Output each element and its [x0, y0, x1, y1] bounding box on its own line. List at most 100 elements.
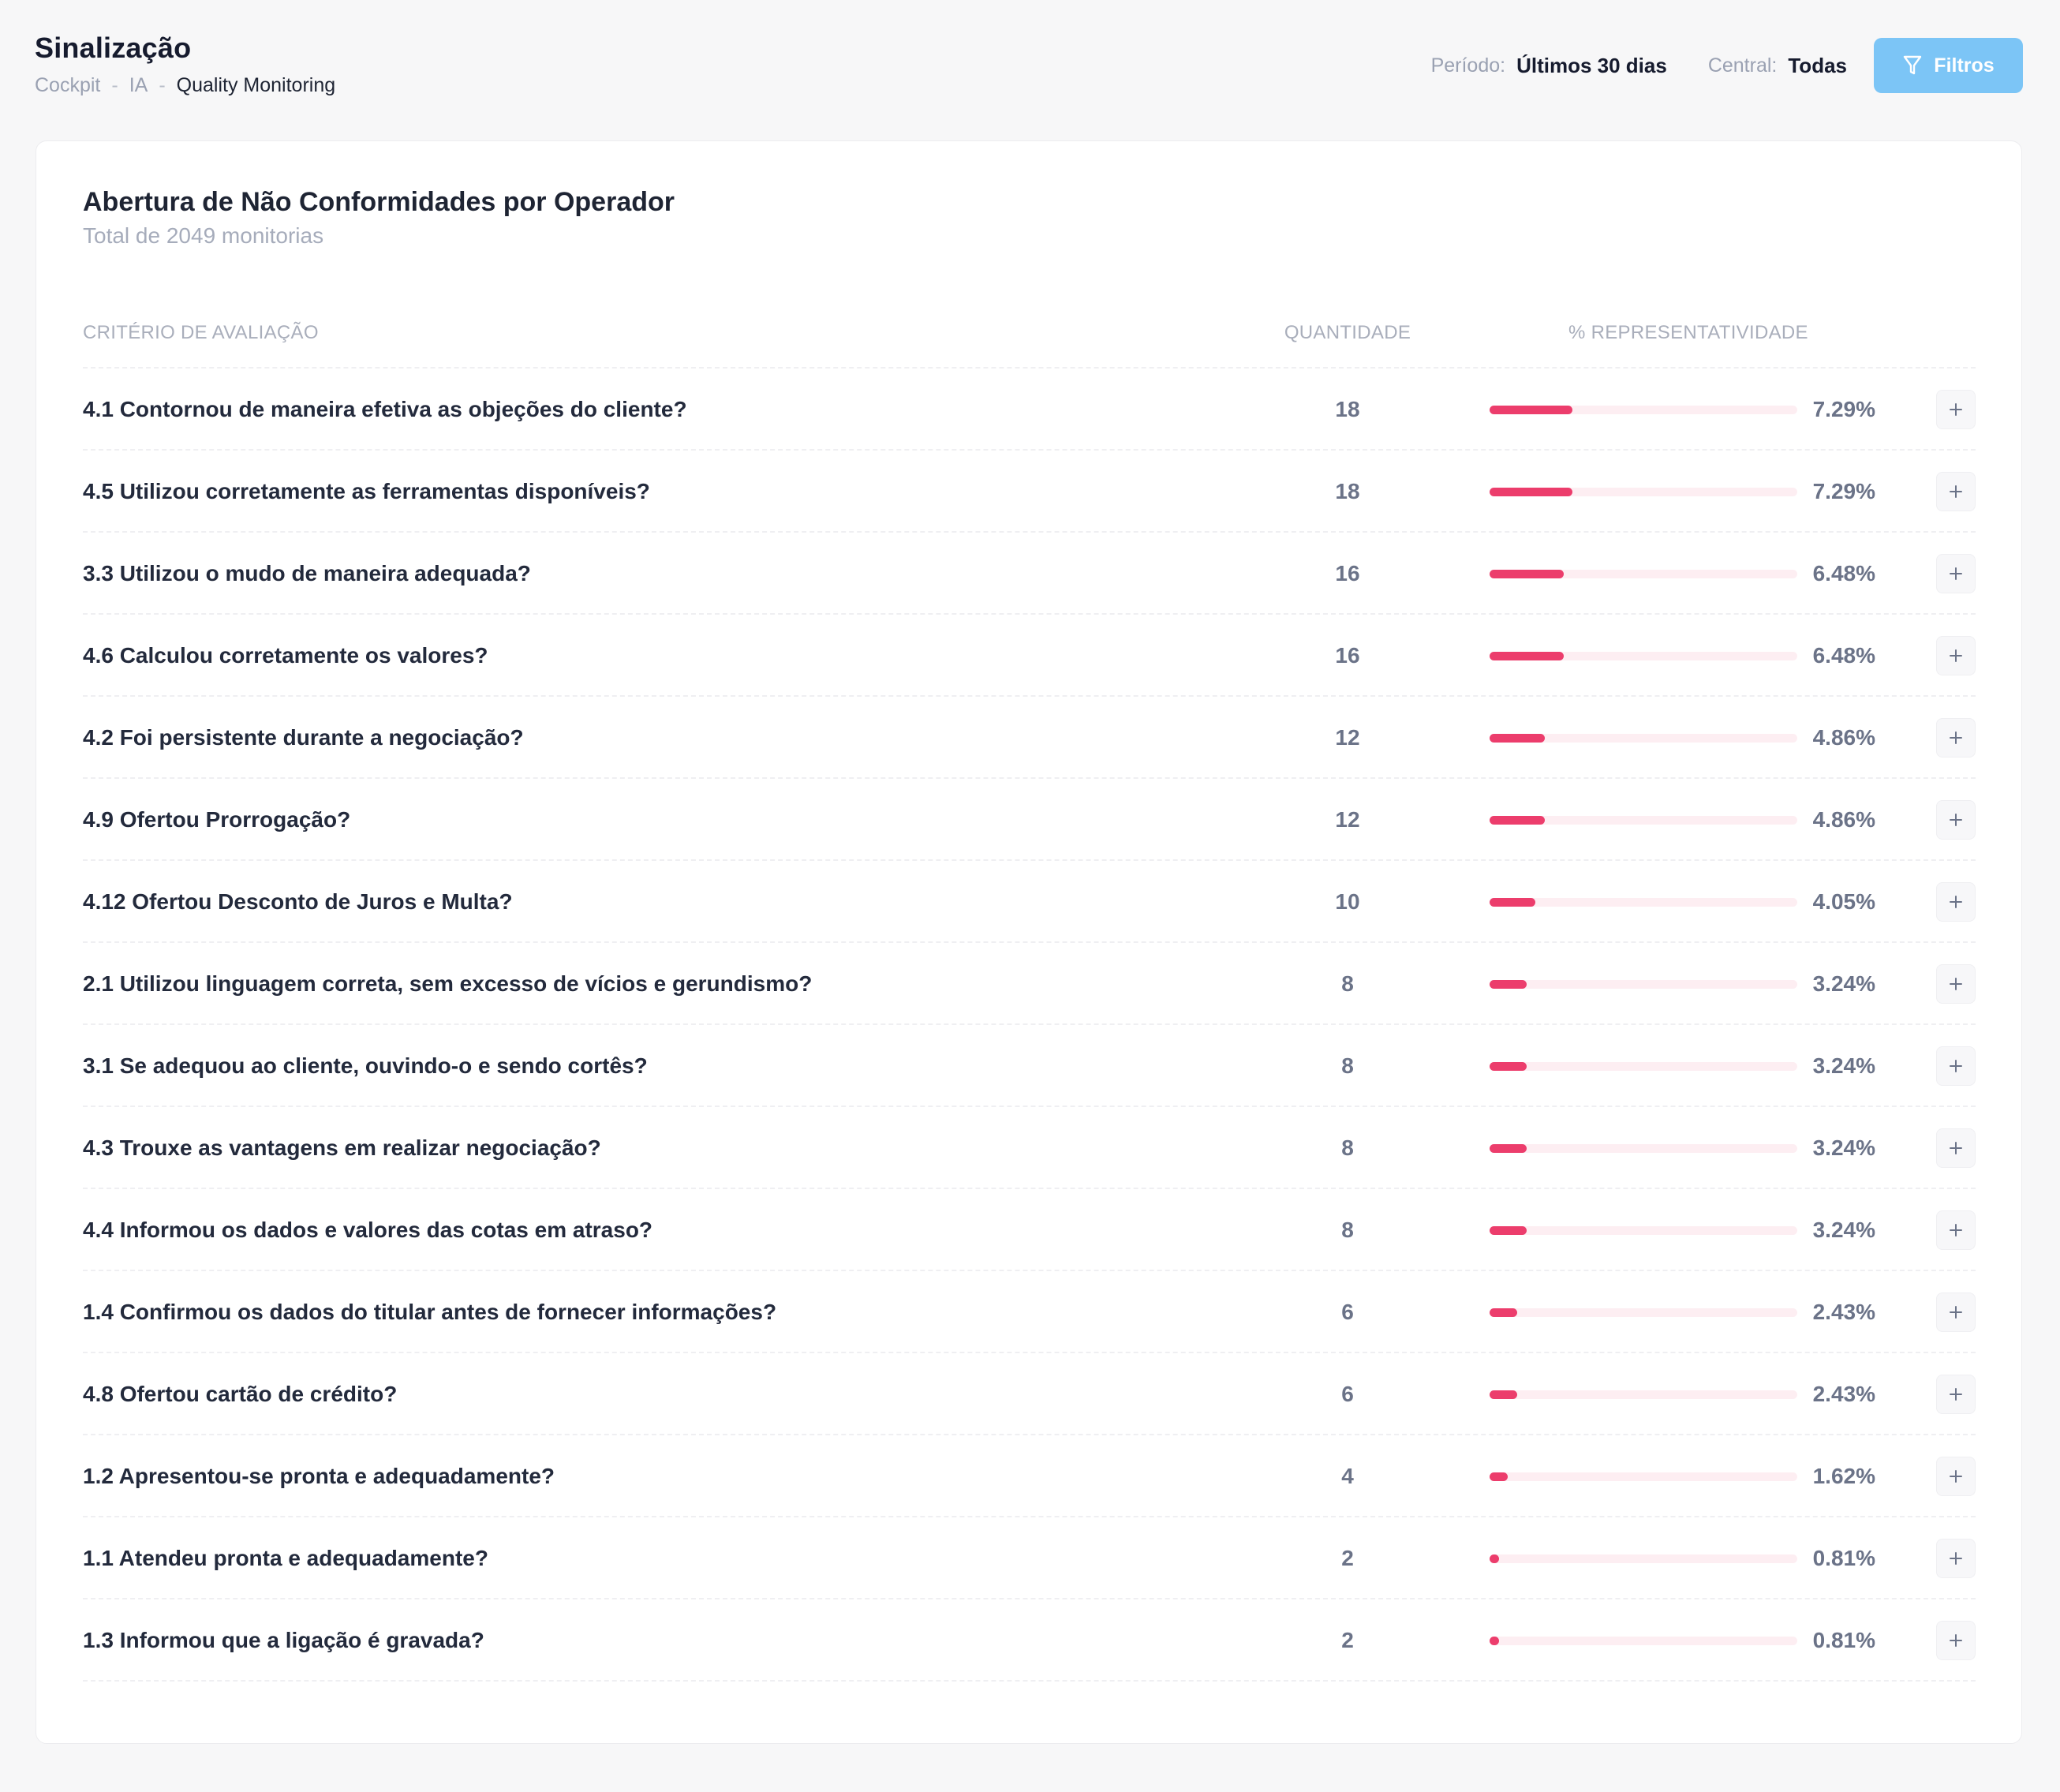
representatividade-bar-fill	[1490, 734, 1545, 743]
criterio-cell: 3.3 Utilizou o mudo de maneira adequada?	[83, 561, 531, 585]
expand-row-button[interactable]	[1936, 1128, 1976, 1168]
percent-cell: 6.48%	[1812, 561, 1875, 585]
representatividade-bar	[1490, 1144, 1797, 1153]
criterio-cell: 1.2 Apresentou-se pronta e adequadamente…	[83, 1464, 555, 1488]
table-row: 4.8 Ofertou cartão de crédito? 6 2.43%	[83, 1353, 1976, 1435]
breadcrumb-separator: -	[159, 74, 166, 96]
percent-cell: 7.29%	[1812, 479, 1875, 503]
table-row: 4.9 Ofertou Prorrogação? 12 4.86%	[83, 779, 1976, 861]
representatividade-bar-fill	[1490, 1637, 1499, 1645]
expand-row-button[interactable]	[1936, 1375, 1976, 1414]
representatividade-bar-fill	[1490, 1144, 1527, 1153]
breadcrumb: Cockpit - IA - Quality Monitoring	[35, 74, 335, 97]
representatividade-bar-fill	[1490, 816, 1545, 825]
representatividade-bar-fill	[1490, 1472, 1508, 1481]
breadcrumb-item-ia[interactable]: IA	[129, 74, 148, 97]
quantidade-cell: 16	[1335, 643, 1360, 668]
expand-row-button[interactable]	[1936, 1539, 1976, 1578]
expand-row-button[interactable]	[1936, 1046, 1976, 1086]
quantidade-cell: 16	[1335, 561, 1360, 585]
representatividade-bar	[1490, 406, 1797, 414]
header-filters: Período: Últimos 30 dias Central: Todas …	[1431, 38, 2023, 93]
percent-cell: 3.24%	[1812, 1053, 1875, 1078]
central-label: Central:	[1707, 54, 1778, 77]
quantidade-cell: 10	[1335, 889, 1360, 914]
breadcrumb-separator: -	[111, 74, 118, 96]
filter-icon	[1904, 55, 1922, 75]
quantidade-cell: 6	[1341, 1382, 1354, 1406]
quantidade-cell: 18	[1335, 479, 1360, 503]
percent-cell: 2.43%	[1812, 1382, 1875, 1406]
percent-cell: 6.48%	[1812, 643, 1875, 668]
plus-icon	[1950, 1388, 1962, 1401]
expand-row-button[interactable]	[1936, 472, 1976, 511]
table-row: 4.4 Informou os dados e valores das cota…	[83, 1189, 1976, 1271]
percent-cell: 3.24%	[1812, 1218, 1875, 1242]
criterio-cell: 2.1 Utilizou linguagem correta, sem exce…	[83, 971, 813, 996]
periodo-value[interactable]: Últimos 30 dias	[1516, 54, 1667, 78]
representatividade-bar	[1490, 488, 1797, 496]
page-title: Sinalização	[35, 32, 192, 64]
quantidade-cell: 4	[1341, 1464, 1354, 1488]
criterio-cell: 1.3 Informou que a ligação é gravada?	[83, 1628, 484, 1652]
table-row: 1.2 Apresentou-se pronta e adequadamente…	[83, 1435, 1976, 1517]
expand-row-button[interactable]	[1936, 718, 1976, 758]
quantidade-cell: 18	[1335, 397, 1360, 421]
criterio-cell: 4.3 Trouxe as vantagens em realizar nego…	[83, 1135, 601, 1160]
quantidade-cell: 2	[1341, 1546, 1354, 1570]
representatividade-bar-fill	[1490, 1062, 1527, 1071]
expand-row-button[interactable]	[1936, 390, 1976, 429]
quantidade-cell: 2	[1341, 1628, 1354, 1652]
percent-cell: 1.62%	[1812, 1464, 1875, 1488]
representatividade-bar	[1490, 570, 1797, 578]
quantidade-cell: 8	[1341, 1053, 1354, 1078]
page: Sinalização Cockpit - IA - Quality Monit…	[0, 0, 2060, 1792]
criteria-table: CRITÉRIO DE AVALIAÇÃO QUANTIDADE % REPRE…	[83, 312, 1976, 1682]
breadcrumb-item-current: Quality Monitoring	[176, 74, 336, 96]
central-value[interactable]: Todas	[1788, 54, 1847, 78]
percent-cell: 2.43%	[1812, 1300, 1875, 1324]
plus-icon	[1950, 1552, 1962, 1565]
criterio-cell: 1.4 Confirmou os dados do titular antes …	[83, 1300, 777, 1324]
plus-icon	[1950, 896, 1962, 908]
percent-cell: 4.86%	[1812, 725, 1875, 750]
expand-row-button[interactable]	[1936, 1457, 1976, 1496]
expand-row-button[interactable]	[1936, 554, 1976, 593]
representatividade-bar-fill	[1490, 1554, 1499, 1563]
column-header-representatividade: % REPRESENTATIVIDADE	[1568, 322, 1808, 343]
plus-icon	[1950, 1224, 1962, 1236]
expand-row-button[interactable]	[1936, 882, 1976, 922]
table-row: 4.5 Utilizou corretamente as ferramentas…	[83, 451, 1976, 533]
table-row: 4.12 Ofertou Desconto de Juros e Multa? 1…	[83, 861, 1976, 943]
representatividade-bar	[1490, 1308, 1797, 1317]
table-row: 1.4 Confirmou os dados do titular antes …	[83, 1271, 1976, 1353]
quantidade-cell: 12	[1335, 725, 1360, 750]
expand-row-button[interactable]	[1936, 1621, 1976, 1660]
plus-icon	[1950, 1060, 1962, 1072]
criterio-cell: 3.1 Se adequou ao cliente, ouvindo-o e s…	[83, 1053, 648, 1078]
table-row: 2.1 Utilizou linguagem correta, sem exce…	[83, 943, 1976, 1025]
breadcrumb-item-cockpit[interactable]: Cockpit	[35, 74, 100, 97]
table-row: 4.1 Contornou de maneira efetiva as obje…	[83, 369, 1976, 451]
expand-row-button[interactable]	[1936, 636, 1976, 675]
criterio-cell: 4.9 Ofertou Prorrogação?	[83, 807, 351, 832]
representatividade-bar	[1490, 1226, 1797, 1235]
nonconformity-card: Abertura de Não Conformidades por Operad…	[36, 140, 2022, 1744]
plus-icon	[1950, 814, 1962, 826]
filters-button[interactable]: Filtros	[1874, 38, 2023, 93]
representatividade-bar-fill	[1490, 980, 1527, 989]
expand-row-button[interactable]	[1936, 964, 1976, 1004]
expand-row-button[interactable]	[1936, 1210, 1976, 1250]
representatividade-bar-fill	[1490, 652, 1564, 660]
representatividade-bar	[1490, 652, 1797, 660]
representatividade-bar-fill	[1490, 406, 1572, 414]
representatividade-bar	[1490, 734, 1797, 743]
representatividade-bar-fill	[1490, 1390, 1517, 1399]
column-header-criterio: CRITÉRIO DE AVALIAÇÃO	[83, 322, 319, 343]
representatividade-bar	[1490, 816, 1797, 825]
expand-row-button[interactable]	[1936, 1293, 1976, 1332]
plus-icon	[1950, 1634, 1962, 1647]
representatividade-bar	[1490, 1472, 1797, 1481]
quantidade-cell: 12	[1335, 807, 1360, 832]
expand-row-button[interactable]	[1936, 800, 1976, 840]
